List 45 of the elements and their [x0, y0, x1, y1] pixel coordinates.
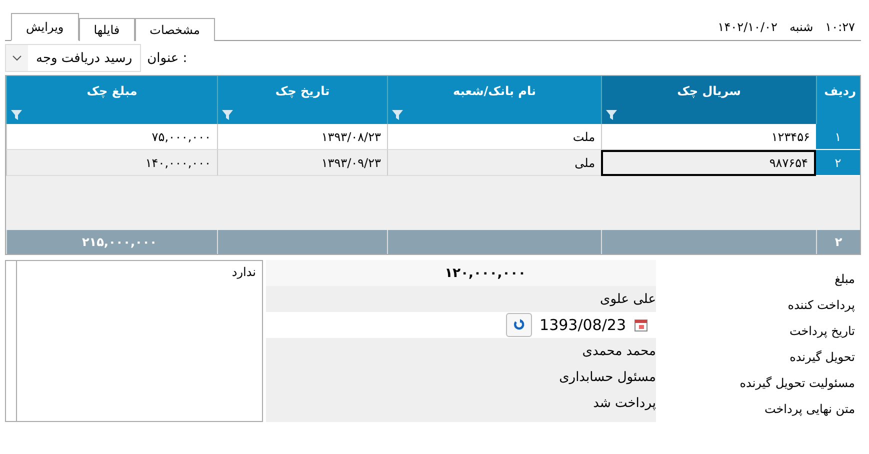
date-value[interactable]: 1393/08/23: [540, 316, 626, 334]
tab[interactable]: مشخصات: [134, 18, 215, 41]
refresh-button[interactable]: [506, 313, 532, 337]
title-label: عنوان :: [147, 50, 188, 66]
filter-icon[interactable]: [606, 110, 617, 120]
field-value: محمد محمدی: [581, 342, 656, 360]
refresh-icon: [512, 319, 525, 331]
column-header[interactable]: سریال چک: [601, 76, 816, 124]
field-value: علی علوی: [599, 290, 656, 308]
clock-time: ۱۰:۲۷: [825, 20, 855, 34]
field-value: ۱۲۰,۰۰۰,۰۰۰: [266, 260, 656, 286]
field-label: مبلغ: [834, 271, 856, 288]
table-cell: ۱۲۳۴۵۶: [601, 124, 816, 150]
field-label: تحویل گیرنده: [788, 349, 856, 366]
footer-cell: ۲۱۵,۰۰۰,۰۰۰: [6, 230, 217, 254]
field-label: متن نهایی پرداخت: [763, 401, 856, 418]
filter-icon[interactable]: [392, 110, 403, 120]
column-header[interactable]: مبلغ چک: [6, 76, 217, 124]
row-number: ۱: [816, 124, 860, 150]
table-cell: ملت: [387, 124, 601, 150]
field-value: مسئول حسابداری: [558, 368, 656, 386]
clock-date: ۱۴۰۲/۱۰/۰۲: [718, 20, 778, 34]
field-label: مسئولیت تحویل گیرنده: [738, 375, 856, 392]
clock-weekday: شنبه: [789, 20, 814, 34]
table-cell: ۹۸۷۶۵۴: [601, 150, 816, 176]
tab[interactable]: فایلها: [78, 18, 135, 41]
table-cell: ۷۵,۰۰۰,۰۰۰: [6, 124, 217, 150]
filter-icon[interactable]: [222, 110, 233, 120]
table-cell: ۱۴۰,۰۰۰,۰۰۰: [6, 150, 217, 176]
field-value: پرداخت شد: [592, 394, 656, 412]
column-header[interactable]: نام بانک/شعبه: [387, 76, 601, 124]
table-cell: ملی: [387, 150, 601, 176]
tab[interactable]: ویرایش: [11, 13, 79, 41]
column-header[interactable]: تاریخ چک: [217, 76, 387, 124]
field-label: تاریخ پرداخت: [788, 323, 856, 340]
title-dropdown[interactable]: رسید دریافت وجه: [5, 44, 142, 72]
table-cell: ۱۳۹۳/۰۹/۲۳: [217, 150, 387, 176]
field-label: پرداخت کننده: [786, 297, 856, 314]
chevron-down-icon: [12, 55, 22, 61]
row-number: ۲: [816, 150, 860, 176]
table-cell: ۱۳۹۳/۰۸/۲۳: [217, 124, 387, 150]
row-count: ۲: [816, 230, 860, 254]
filter-icon[interactable]: [11, 110, 22, 120]
calendar-icon[interactable]: [634, 318, 648, 332]
column-header: ردیف: [816, 76, 860, 124]
